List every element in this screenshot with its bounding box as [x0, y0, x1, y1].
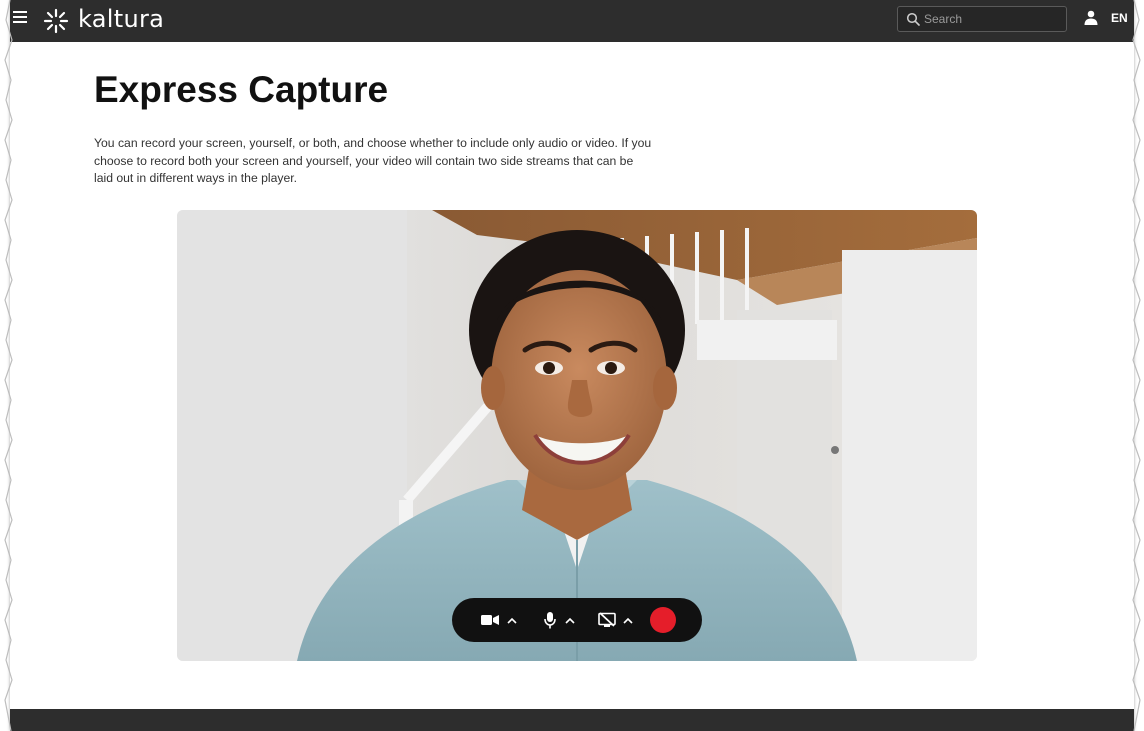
user-icon[interactable]	[1084, 10, 1098, 25]
page-title: Express Capture	[94, 69, 389, 110]
recorder-toolbar	[452, 598, 702, 642]
microphone-icon	[544, 611, 556, 628]
screen-share-toggle-button[interactable]	[596, 598, 618, 642]
microphone-options-button[interactable]	[562, 598, 578, 642]
hamburger-menu-icon[interactable]	[12, 9, 30, 25]
page: kaltura EN Express Capture You can recor…	[10, 0, 1134, 731]
screen-share-options-button[interactable]	[620, 598, 636, 642]
microphone-toggle-button[interactable]	[540, 598, 560, 642]
camera-toggle-button[interactable]	[478, 598, 502, 642]
camera-options-button[interactable]	[504, 598, 520, 642]
record-button[interactable]	[650, 607, 676, 633]
search-box[interactable]	[897, 6, 1067, 32]
screen-share-off-icon	[598, 612, 616, 627]
search-input[interactable]	[924, 10, 1060, 28]
video-camera-icon	[481, 615, 499, 625]
chevron-up-icon	[507, 617, 517, 624]
top-navigation-bar: kaltura EN	[10, 0, 1134, 42]
chevron-up-icon	[623, 617, 633, 624]
chevron-up-icon	[565, 617, 575, 624]
page-footer	[10, 709, 1134, 731]
search-icon	[906, 12, 920, 26]
kaltura-logo-icon[interactable]	[42, 7, 70, 35]
webcam-preview	[177, 210, 977, 661]
language-selector[interactable]: EN	[1111, 11, 1128, 25]
brand-name[interactable]: kaltura	[78, 4, 164, 34]
webcam-preview-image	[177, 210, 977, 661]
page-description: You can record your screen, yourself, or…	[94, 136, 652, 185]
